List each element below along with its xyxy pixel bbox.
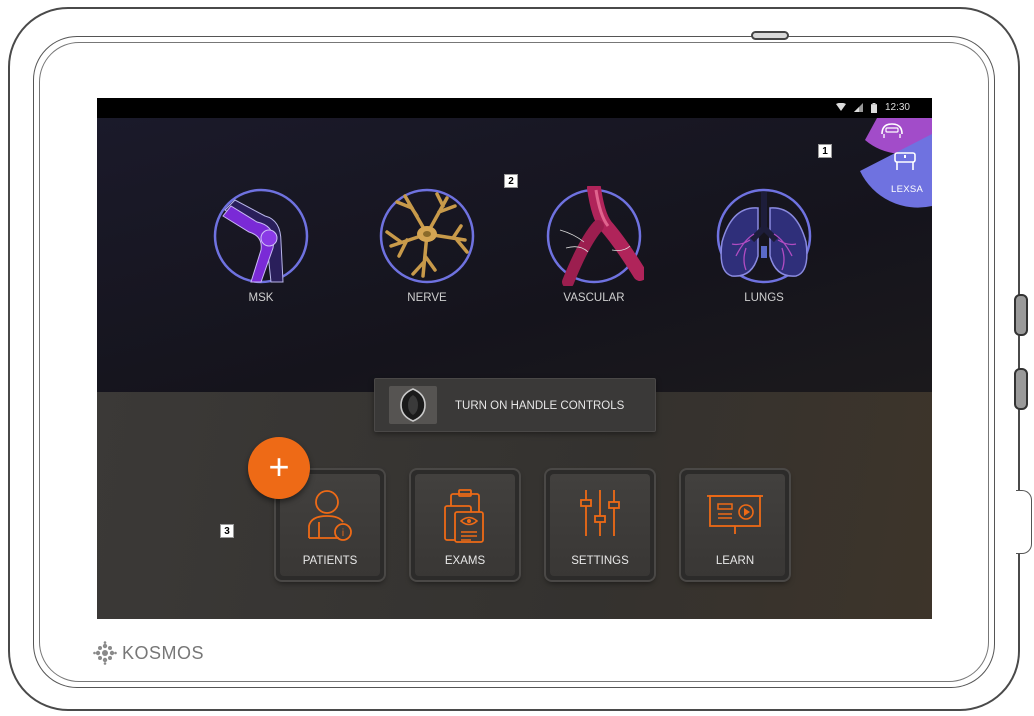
app-msk[interactable]: MSK: [211, 186, 311, 304]
patients-label: PATIENTS: [302, 555, 358, 567]
callout-2: 2: [504, 174, 518, 188]
status-time: 12:30: [884, 102, 910, 113]
blood-vessel-icon: [546, 186, 644, 286]
app-lungs-label: LUNGS: [744, 292, 784, 304]
add-patient-button[interactable]: +: [248, 437, 310, 499]
wifi-icon: [835, 103, 846, 111]
knee-joint-icon: [213, 188, 309, 284]
exams-label: EXAMS: [444, 555, 486, 567]
exams-button[interactable]: EXAMS: [411, 470, 519, 580]
kosmos-logo-icon: [93, 641, 117, 665]
app-screen: 12:30 LEXSA MSK NERVE VASCULAR LUNGS TUR…: [97, 98, 932, 619]
handle-controls-button[interactable]: TURN ON HANDLE CONTROLS: [374, 378, 656, 432]
app-vascular-label: VASCULAR: [563, 292, 625, 304]
settings-label: SETTINGS: [571, 555, 629, 567]
handle-controls-label: TURN ON HANDLE CONTROLS: [455, 400, 625, 412]
volume-down-button: [1014, 368, 1028, 410]
brand-logo: KOSMOS: [93, 641, 204, 665]
app-nerve[interactable]: NERVE: [377, 186, 477, 304]
sliders-icon: [580, 490, 620, 536]
learn-label: LEARN: [715, 555, 755, 567]
status-bar: 12:30: [97, 98, 932, 118]
battery-icon: [870, 102, 877, 113]
presentation-play-icon: [707, 495, 763, 534]
app-vascular[interactable]: VASCULAR: [544, 186, 644, 304]
app-nerve-label: NERVE: [407, 292, 447, 304]
probe-handle-icon: [389, 386, 437, 424]
learn-button[interactable]: LEARN: [681, 470, 789, 580]
app-lungs[interactable]: LUNGS: [714, 186, 814, 304]
probe-label[interactable]: LEXSA: [891, 184, 923, 195]
nerve-cell-icon: [379, 188, 475, 284]
svg-text:i: i: [342, 528, 344, 539]
power-button: [751, 31, 789, 40]
callout-1: 1: [818, 144, 832, 158]
plus-icon: +: [268, 446, 290, 487]
exams-icon: [444, 489, 484, 543]
settings-button[interactable]: SETTINGS: [546, 470, 654, 580]
lungs-icon: [716, 188, 812, 284]
brand-name: KOSMOS: [122, 642, 205, 663]
signal-icon: [853, 103, 863, 112]
callout-3: 3: [220, 524, 234, 538]
patient-icon: i: [308, 490, 352, 541]
volume-up-button: [1014, 294, 1028, 336]
app-msk-label: MSK: [248, 292, 274, 304]
side-port: [1016, 490, 1032, 554]
